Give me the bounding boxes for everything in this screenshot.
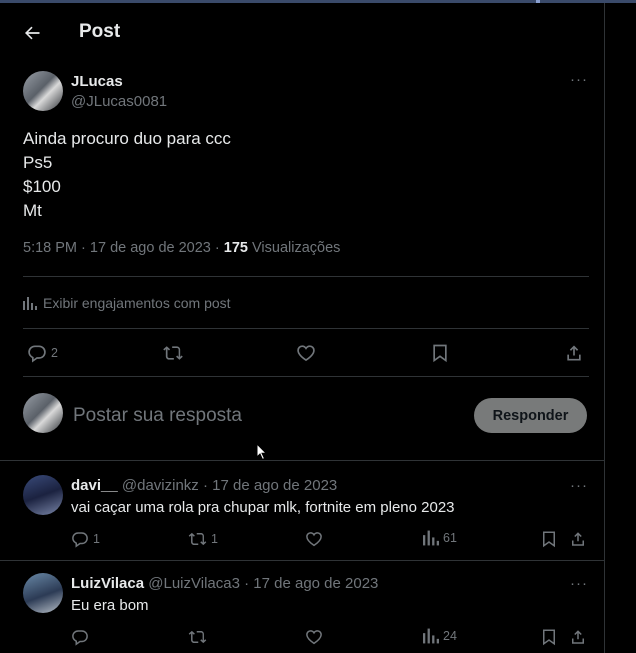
repost-icon bbox=[163, 346, 183, 360]
post-author-handle[interactable]: @JLucas0081 bbox=[71, 93, 167, 110]
reply-author-name[interactable]: LuizVilaca bbox=[71, 575, 144, 592]
post-repost-button[interactable] bbox=[162, 343, 184, 363]
share-icon bbox=[572, 630, 584, 644]
reply-repost-count: 1 bbox=[211, 532, 218, 546]
post-reply-count: 2 bbox=[51, 346, 58, 360]
post-time[interactable]: 5:18 PM bbox=[23, 240, 77, 256]
heart-icon bbox=[297, 345, 315, 362]
reply-more-button[interactable]: ··· bbox=[570, 477, 588, 494]
reply-button[interactable]: Responder bbox=[474, 398, 587, 433]
post-reply-button[interactable]: 2 bbox=[27, 343, 58, 363]
reply-reply-button[interactable]: 1 bbox=[71, 530, 100, 548]
bookmark-icon bbox=[543, 629, 555, 646]
meta-separator: · bbox=[81, 240, 86, 256]
repost-icon bbox=[188, 630, 207, 644]
post-views-label: Visualizações bbox=[252, 240, 341, 256]
page-title: Post bbox=[79, 21, 121, 42]
meta-separator: · bbox=[202, 477, 208, 494]
reply-text: Eu era bom bbox=[71, 597, 149, 614]
composer-avatar[interactable] bbox=[23, 393, 63, 433]
reply-icon bbox=[72, 532, 88, 548]
post-text-line: Mt bbox=[23, 201, 42, 220]
reply-avatar[interactable] bbox=[23, 573, 63, 613]
divider bbox=[0, 460, 604, 461]
repost-icon bbox=[188, 532, 207, 546]
main-column: Post JLucas @JLucas0081 ··· Ainda procur… bbox=[0, 3, 605, 653]
bookmark-icon bbox=[543, 531, 555, 548]
reply-icon bbox=[28, 345, 46, 363]
reply-icon bbox=[72, 630, 88, 646]
post-author-name[interactable]: JLucas bbox=[71, 73, 123, 90]
share-icon bbox=[572, 532, 584, 546]
reply-share-button[interactable] bbox=[569, 628, 587, 646]
post-more-button[interactable]: ··· bbox=[570, 71, 588, 88]
reply-text: vai caçar uma rola pra chupar mlk, fortn… bbox=[71, 499, 455, 516]
reply-input[interactable] bbox=[73, 403, 373, 429]
post-date[interactable]: 17 de ago de 2023 bbox=[90, 240, 211, 256]
post-text-line: Ps5 bbox=[23, 153, 53, 172]
reply-share-button[interactable] bbox=[569, 530, 587, 548]
reply-more-button[interactable]: ··· bbox=[570, 575, 588, 592]
reply-views-count: 61 bbox=[443, 531, 457, 545]
post-like-button[interactable] bbox=[296, 343, 316, 363]
mouse-cursor-icon bbox=[256, 443, 268, 461]
reply-like-button[interactable] bbox=[305, 628, 323, 646]
divider bbox=[23, 328, 589, 329]
reply-bookmark-button[interactable] bbox=[540, 628, 558, 646]
bookmark-icon bbox=[433, 344, 447, 363]
reply-views-button[interactable]: 61 bbox=[423, 530, 457, 546]
reply-repost-button[interactable]: 1 bbox=[188, 530, 218, 548]
divider bbox=[23, 376, 589, 377]
reply-author-handle[interactable]: @davizinkz bbox=[122, 477, 199, 494]
reply-header: LuizVilaca @LuizVilaca3 · 17 de ago de 2… bbox=[71, 575, 378, 592]
reply-reply-count: 1 bbox=[93, 532, 100, 546]
view-engagements-label: Exibir engajamentos com post bbox=[43, 295, 231, 311]
heart-icon bbox=[306, 630, 322, 645]
divider bbox=[0, 560, 604, 561]
back-arrow-icon[interactable] bbox=[22, 23, 42, 43]
meta-separator: · bbox=[244, 575, 250, 592]
post-author-avatar[interactable] bbox=[23, 71, 63, 111]
share-icon bbox=[567, 345, 581, 361]
reply-views-count: 24 bbox=[443, 629, 457, 643]
reply-like-button[interactable] bbox=[305, 530, 323, 548]
post-text-line: Ainda procuro duo para ccc bbox=[23, 129, 231, 148]
meta-separator: · bbox=[214, 240, 220, 256]
reply-date[interactable]: 17 de ago de 2023 bbox=[212, 477, 337, 494]
reply-author-handle[interactable]: @LuizVilaca3 bbox=[148, 575, 240, 592]
reply-date[interactable]: 17 de ago de 2023 bbox=[253, 575, 378, 592]
analytics-icon bbox=[423, 628, 439, 644]
reply-reply-button[interactable] bbox=[71, 628, 93, 646]
reply-bookmark-button[interactable] bbox=[540, 530, 558, 548]
reply-repost-button[interactable] bbox=[188, 628, 211, 646]
divider bbox=[23, 276, 589, 277]
view-engagements-link[interactable]: Exibir engajamentos com post bbox=[23, 295, 231, 311]
analytics-icon bbox=[423, 530, 439, 546]
post-views-count: 175 bbox=[223, 240, 248, 256]
page-header: Post bbox=[0, 3, 604, 59]
reply-author-name[interactable]: davi__ bbox=[71, 477, 118, 494]
reply-views-button[interactable]: 24 bbox=[423, 628, 457, 644]
heart-icon bbox=[306, 532, 322, 547]
post-text-line: $100 bbox=[23, 177, 61, 196]
post-bookmark-button[interactable] bbox=[430, 343, 450, 363]
post-share-button[interactable] bbox=[564, 343, 584, 363]
reply-header: davi__ @davizinkz · 17 de ago de 2023 bbox=[71, 477, 337, 494]
analytics-icon bbox=[23, 297, 37, 310]
post-meta: 5:18 PM · 17 de ago de 2023 · 175 Visual… bbox=[23, 240, 340, 256]
reply-avatar[interactable] bbox=[23, 475, 63, 515]
